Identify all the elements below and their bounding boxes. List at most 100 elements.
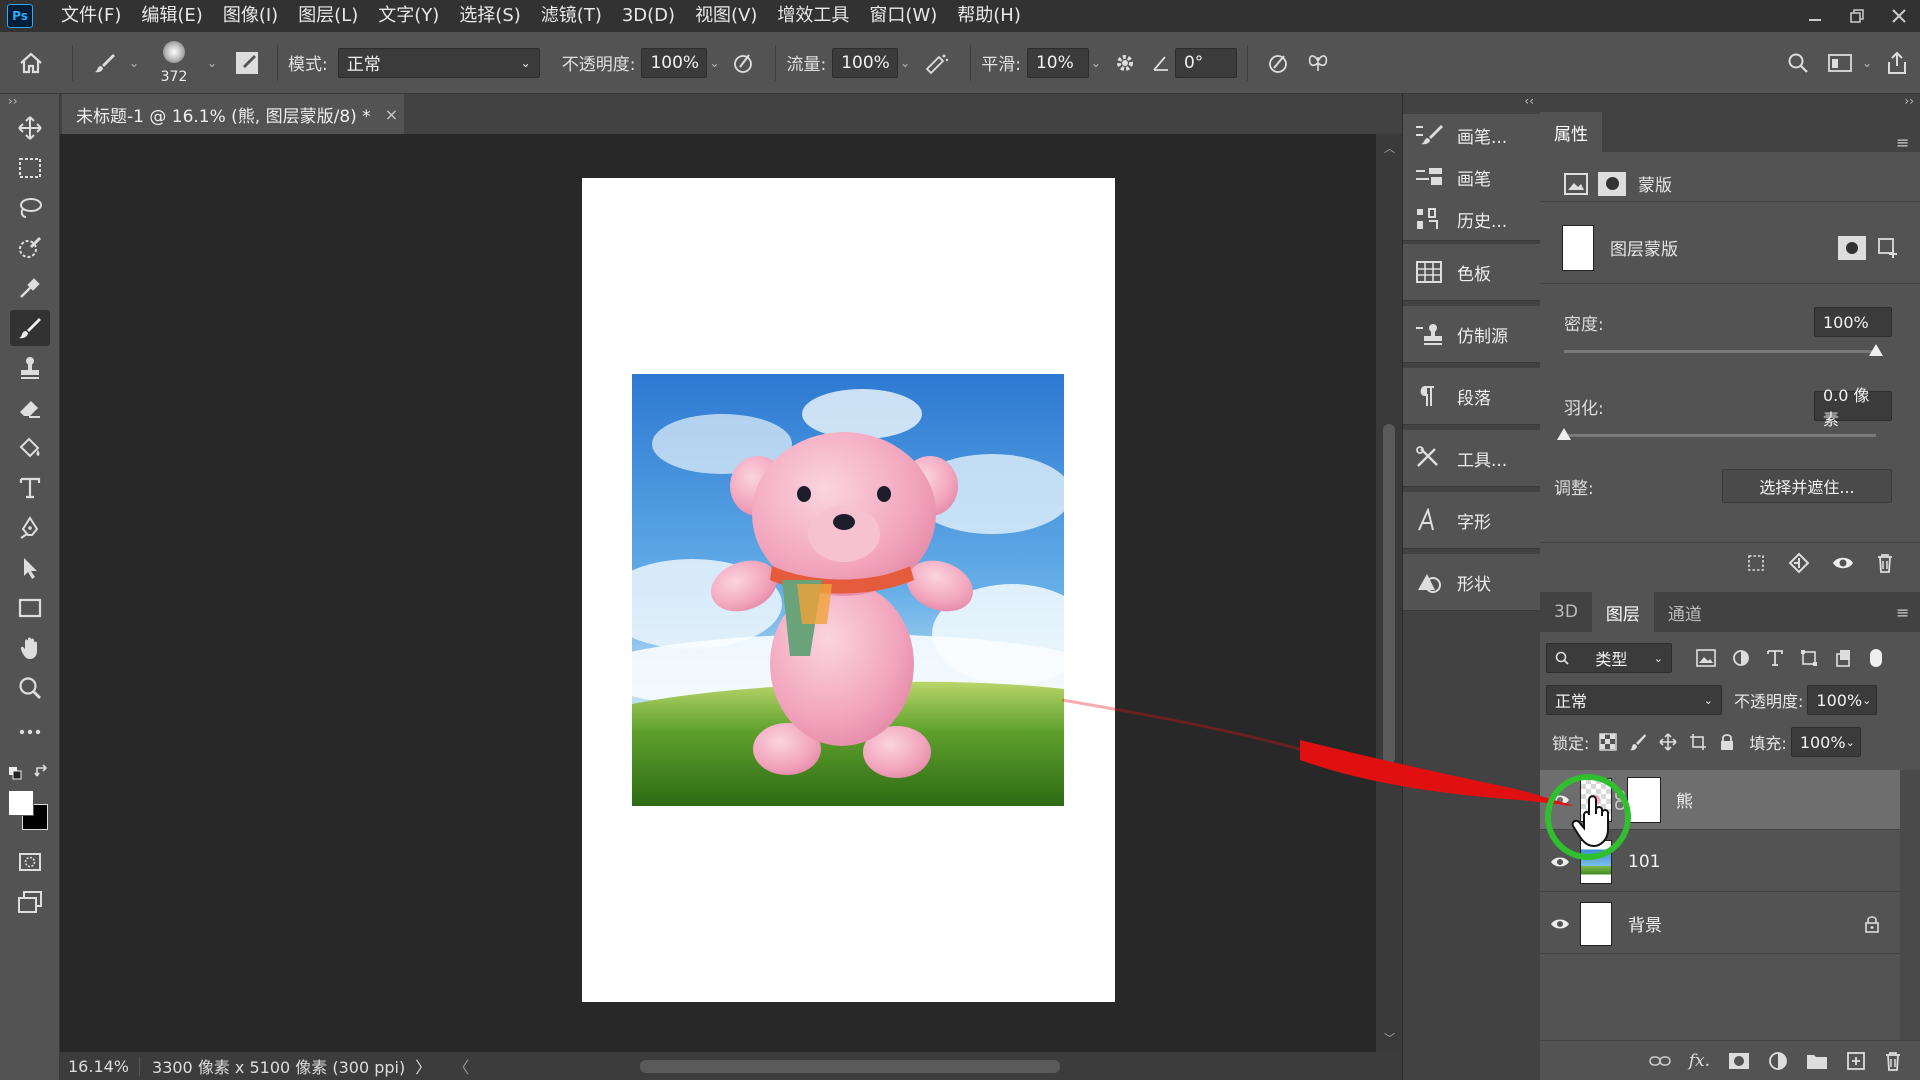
filter-pixel-icon[interactable]	[1696, 649, 1716, 667]
screen-mode-button[interactable]	[10, 884, 50, 920]
dock-history[interactable]: 历史...	[1403, 198, 1541, 240]
filter-adjustment-icon[interactable]	[1732, 649, 1750, 667]
scroll-up-icon[interactable]: ︿	[1384, 140, 1395, 156]
zoom-tool[interactable]	[10, 670, 50, 706]
filter-shape-icon[interactable]	[1800, 649, 1818, 667]
tab-properties[interactable]: 属性	[1540, 112, 1602, 152]
swap-colors-icon[interactable]	[34, 764, 50, 780]
vector-mask-add-icon[interactable]	[1876, 236, 1900, 260]
lock-pixels-icon[interactable]	[1629, 733, 1647, 751]
feather-input[interactable]: 0.0 像素	[1814, 386, 1892, 429]
pressure-opacity-toggle[interactable]	[721, 51, 765, 75]
type-tool[interactable]	[10, 470, 50, 506]
workspace-button[interactable]	[1820, 53, 1860, 73]
lock-position-icon[interactable]	[1659, 733, 1677, 751]
lasso-tool[interactable]	[10, 190, 50, 226]
density-input[interactable]: 100%	[1814, 307, 1892, 337]
smoothing-input[interactable]: 10%	[1026, 47, 1089, 78]
new-layer-icon[interactable]	[1846, 1051, 1866, 1071]
eyedropper-tool[interactable]	[10, 270, 50, 306]
filter-type-icon[interactable]	[1766, 649, 1784, 667]
link-icon[interactable]	[1614, 789, 1626, 811]
layer-row-bear[interactable]: 熊	[1540, 770, 1900, 830]
fx-icon[interactable]: fx.	[1689, 1051, 1710, 1071]
lock-icon[interactable]	[1864, 915, 1880, 933]
menu-plugins[interactable]: 增效工具	[767, 0, 859, 32]
path-selection-tool[interactable]	[10, 550, 50, 586]
share-button[interactable]	[1874, 51, 1920, 75]
layer-mask-icon[interactable]	[1598, 171, 1626, 196]
vertical-scroll-thumb[interactable]	[1383, 424, 1395, 764]
density-slider[interactable]	[1564, 350, 1876, 353]
move-tool[interactable]	[10, 110, 50, 146]
scroll-left-icon[interactable]: 〈	[453, 1054, 469, 1078]
foreground-color-swatch[interactable]	[8, 790, 34, 816]
tab-layers[interactable]: 图层	[1591, 592, 1654, 632]
angle-input[interactable]: 0°	[1174, 47, 1237, 78]
paint-bucket-tool[interactable]	[10, 430, 50, 466]
delete-layer-icon[interactable]	[1884, 1051, 1902, 1071]
layer-row-background[interactable]: 背景	[1540, 894, 1900, 954]
chevron-down-icon[interactable]: ⌄	[1089, 56, 1103, 70]
menu-type[interactable]: 文字(Y)	[368, 0, 449, 32]
collapse-panels-icon[interactable]: ››	[1904, 94, 1914, 108]
layers-scrollbar[interactable]	[1900, 770, 1920, 1040]
restore-button[interactable]	[1836, 0, 1878, 32]
marquee-tool[interactable]	[10, 150, 50, 186]
document-info[interactable]: 3300 像素 x 5100 像素 (300 ppi)	[152, 1054, 405, 1078]
brush-size-preview[interactable]: 372	[149, 35, 205, 91]
search-button[interactable]	[1776, 52, 1820, 74]
opacity-input[interactable]: 100%	[641, 47, 708, 78]
menu-3d[interactable]: 3D(D)	[612, 0, 685, 32]
filter-toggle-icon[interactable]	[1870, 649, 1882, 667]
density-slider-knob[interactable]	[1869, 344, 1883, 356]
menu-filter[interactable]: 滤镜(T)	[531, 0, 612, 32]
adjustment-layer-icon[interactable]	[1768, 1051, 1788, 1071]
eraser-tool[interactable]	[10, 390, 50, 426]
dock-paragraph[interactable]: 段落	[1403, 368, 1541, 424]
new-group-icon[interactable]	[1806, 1052, 1828, 1070]
smoothing-options-button[interactable]	[1103, 52, 1147, 74]
apply-mask-diamond-icon[interactable]	[1788, 552, 1810, 574]
chevron-down-icon[interactable]: ⌄	[898, 56, 912, 70]
blend-mode-select[interactable]: 正常 ⌄	[1546, 685, 1722, 715]
layer-mask-thumbnail[interactable]	[1627, 776, 1661, 823]
trash-icon[interactable]	[1876, 553, 1894, 573]
scroll-down-icon[interactable]: ﹀	[1384, 1030, 1395, 1046]
rectangle-tool[interactable]	[10, 590, 50, 626]
layer-visibility-toggle[interactable]	[1540, 793, 1580, 807]
feather-slider[interactable]	[1564, 434, 1876, 437]
dock-brushes[interactable]: 画笔	[1403, 156, 1541, 198]
airbrush-toggle[interactable]	[912, 51, 960, 75]
tab-channels[interactable]: 通道	[1654, 592, 1716, 632]
chevron-down-icon[interactable]: ⌄	[1860, 56, 1874, 70]
zoom-level[interactable]: 16.14%	[68, 1056, 141, 1076]
layer-opacity-input[interactable]: 100% ⌄	[1807, 685, 1878, 715]
brush-settings-toggle[interactable]	[227, 50, 267, 76]
tab-3d[interactable]: 3D	[1540, 592, 1592, 632]
minimize-button[interactable]	[1794, 0, 1836, 32]
tool-preset-picker[interactable]	[83, 51, 127, 75]
layer-visibility-toggle[interactable]	[1540, 855, 1580, 869]
pressure-size-toggle[interactable]	[1258, 51, 1298, 75]
filter-smart-object-icon[interactable]	[1834, 649, 1852, 667]
dock-tool-presets[interactable]: 工具...	[1403, 430, 1541, 486]
brush-tool[interactable]	[10, 310, 50, 346]
link-layers-icon[interactable]	[1648, 1054, 1671, 1068]
vertical-scrollbar[interactable]: ︿ ﹀	[1376, 134, 1402, 1052]
horizontal-scroll-thumb[interactable]	[640, 1060, 1060, 1073]
home-button[interactable]	[0, 50, 62, 76]
layer-name[interactable]: 背景	[1628, 911, 1662, 936]
menu-layer[interactable]: 图层(L)	[288, 0, 368, 32]
eye-icon[interactable]	[1832, 555, 1854, 571]
pen-tool[interactable]	[10, 510, 50, 546]
panel-menu-icon[interactable]: ≡	[1896, 603, 1920, 622]
hand-tool[interactable]	[10, 630, 50, 666]
lock-transparent-icon[interactable]	[1599, 733, 1618, 751]
dock-clone-source[interactable]: 仿制源	[1403, 306, 1541, 362]
feather-slider-knob[interactable]	[1557, 428, 1571, 440]
layer-filter-select[interactable]: 类型 ⌄	[1546, 643, 1672, 673]
layer-visibility-toggle[interactable]	[1540, 917, 1580, 931]
quick-mask-button[interactable]	[10, 844, 50, 880]
document-canvas[interactable]	[582, 178, 1115, 1002]
